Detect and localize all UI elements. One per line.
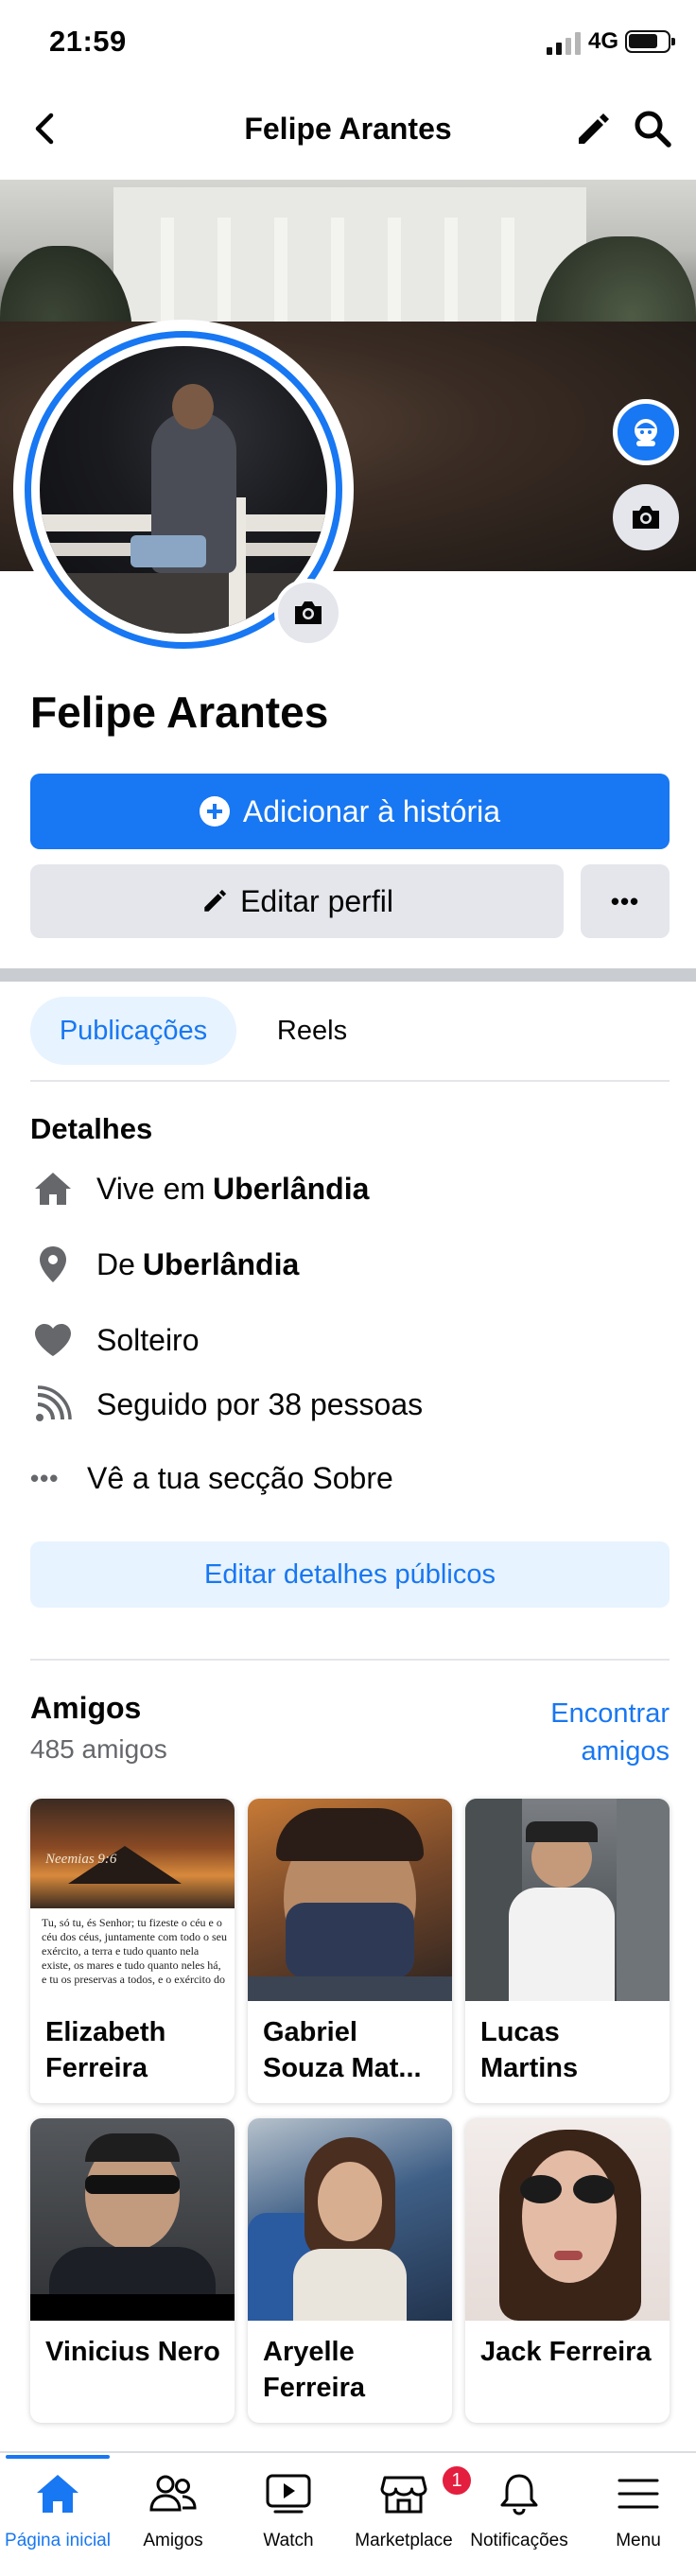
nav-label: Notificações <box>470 2531 568 2550</box>
more-dots-icon: ••• <box>30 1463 60 1492</box>
detail-text: Vê a tua secção Sobre <box>87 1460 393 1495</box>
verse-text: Tu, só tu, és Senhor; tu fizeste o céu e… <box>42 1916 227 1986</box>
nav-label: Página inicial <box>5 2531 111 2550</box>
friends-icon <box>148 2468 199 2519</box>
find-friends-link[interactable]: Encontrar amigos <box>480 1695 670 1770</box>
battery-icon <box>625 30 675 53</box>
friend-photo <box>248 2118 452 2321</box>
nav-label: Menu <box>616 2531 661 2550</box>
avatar-face-icon <box>635 419 657 446</box>
nav-home[interactable]: Página inicial <box>0 2464 115 2568</box>
friend-card[interactable]: Lucas Martins <box>465 1799 670 2103</box>
more-options-button[interactable]: ••• <box>581 864 670 938</box>
friends-heading: Amigos <box>30 1691 142 1725</box>
home-icon <box>32 2468 83 2519</box>
detail-text: Seguido por 38 pessoas <box>96 1386 424 1421</box>
section-divider <box>0 968 696 982</box>
detail-value[interactable]: Uberlândia <box>143 1247 299 1282</box>
detail-prefix: De <box>96 1246 135 1281</box>
detail-relationship: Solteiro <box>30 1316 670 1364</box>
friends-count: 485 amigos <box>30 1734 167 1764</box>
divider <box>30 1080 670 1082</box>
tab-posts[interactable]: Publicações <box>30 997 236 1065</box>
nav-label: Amigos <box>143 2531 203 2550</box>
friend-name: Lucas Martins <box>480 2017 579 2083</box>
home-icon <box>30 1168 76 1210</box>
friend-name: Jack Ferreira <box>480 2337 652 2367</box>
nav-label: Watch <box>263 2531 314 2550</box>
edit-profile-button[interactable]: Editar perfil <box>30 864 564 938</box>
friend-card[interactable]: Gabriel Souza Mat... <box>248 1799 452 2103</box>
friend-name: Gabriel Souza Mat... <box>263 2017 422 2083</box>
edit-public-details-button[interactable]: Editar detalhes públicos <box>30 1541 670 1608</box>
nav-watch[interactable]: Watch <box>231 2464 346 2568</box>
friend-photo <box>248 1799 452 2001</box>
pencil-icon[interactable] <box>573 110 613 149</box>
friend-photo <box>465 2118 670 2321</box>
detail-text: Solteiro <box>96 1322 200 1357</box>
heart-icon <box>30 1319 76 1361</box>
search-icon[interactable] <box>632 108 673 149</box>
cover-camera-button[interactable] <box>613 484 679 550</box>
friend-name: Vinicius Nero <box>45 2337 220 2367</box>
detail-see-about[interactable]: ••• Vê a tua secção Sobre <box>30 1454 670 1502</box>
detail-followers: Seguido por 38 pessoas <box>30 1381 670 1428</box>
friend-name: Elizabeth Ferreira <box>45 2017 166 2083</box>
friend-name: Aryelle Ferreira <box>263 2337 366 2403</box>
add-story-label: Adicionar à história <box>242 793 501 828</box>
friend-photo <box>465 1799 670 2001</box>
camera-icon <box>295 601 322 624</box>
marketplace-icon: 1 <box>378 2464 473 2519</box>
nav-notifications[interactable]: Notificações <box>461 2464 577 2568</box>
status-time: 21:59 <box>49 25 127 58</box>
profile-camera-button[interactable] <box>274 579 342 647</box>
watch-icon <box>263 2468 314 2519</box>
pencil-icon <box>204 889 227 912</box>
detail-value[interactable]: Uberlândia <box>213 1172 369 1207</box>
friend-photo <box>30 2118 235 2321</box>
tab-reels[interactable]: Reels <box>255 997 369 1065</box>
verse-reference: Neemias 9:6 <box>45 1852 117 1867</box>
feed-icon <box>30 1384 76 1425</box>
more-dots-icon: ••• <box>610 886 640 915</box>
edit-profile-label: Editar perfil <box>240 883 393 918</box>
avatar-shortcut-button[interactable] <box>613 399 679 465</box>
bell-icon <box>494 2468 545 2519</box>
friend-card[interactable]: Jack Ferreira <box>465 2118 670 2423</box>
friend-card[interactable]: Aryelle Ferreira <box>248 2118 452 2423</box>
network-type: 4G <box>588 28 619 54</box>
friend-photo: Neemias 9:6 Tu, só tu, és Senhor; tu fiz… <box>30 1799 235 2001</box>
friend-card[interactable]: Vinicius Nero <box>30 2118 235 2423</box>
friend-card[interactable]: Neemias 9:6 Tu, só tu, és Senhor; tu fiz… <box>30 1799 235 2103</box>
detail-prefix: Vive em <box>96 1171 206 1206</box>
menu-icon <box>613 2468 664 2519</box>
detail-lives-in: Vive em Uberlândia <box>30 1165 670 1212</box>
location-pin-icon <box>30 1244 76 1285</box>
add-story-button[interactable]: Adicionar à história <box>30 774 670 849</box>
nav-friends[interactable]: Amigos <box>115 2464 231 2568</box>
camera-icon <box>633 506 659 529</box>
nav-marketplace[interactable]: 1 Marketplace <box>346 2464 473 2568</box>
plus-circle-icon <box>199 796 230 827</box>
bottom-nav-divider <box>0 2451 696 2453</box>
divider <box>30 1659 670 1661</box>
nav-menu[interactable]: Menu <box>581 2464 696 2568</box>
detail-from: De Uberlândia <box>30 1241 670 1288</box>
active-tab-indicator <box>6 2455 110 2459</box>
signal-icon <box>547 32 581 55</box>
nav-label: Marketplace <box>355 2531 453 2550</box>
details-heading: Detalhes <box>30 1112 153 1145</box>
profile-name: Felipe Arantes <box>30 688 329 737</box>
